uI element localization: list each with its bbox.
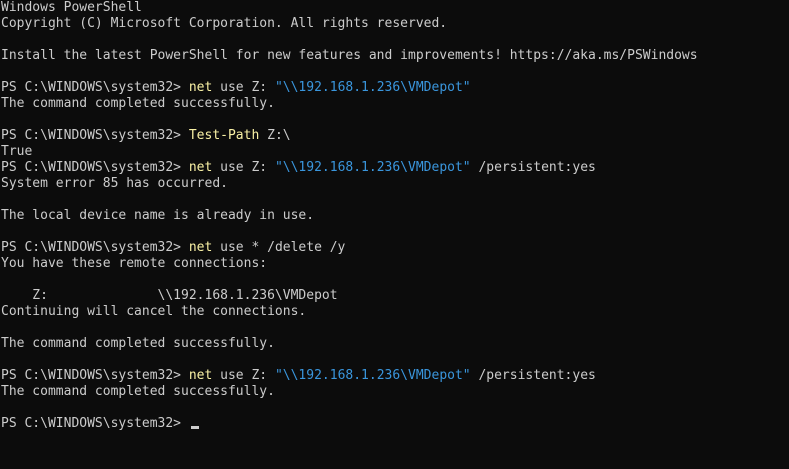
command-path: "\\192.168.1.236\VMDepot" bbox=[274, 80, 471, 95]
output-line: The command completed successfully. bbox=[1, 384, 275, 399]
output-line: The command completed successfully. bbox=[1, 336, 275, 351]
output-line: Z: \\192.168.1.236\VMDepot bbox=[1, 288, 338, 303]
prompt: PS C:\WINDOWS\system32> bbox=[1, 240, 189, 255]
command-line-4: PS C:\WINDOWS\system32> net use * /delet… bbox=[0, 240, 789, 256]
command-args: use Z: bbox=[212, 368, 275, 383]
prompt: PS C:\WINDOWS\system32> bbox=[1, 160, 189, 175]
header-copyright: Copyright (C) Microsoft Corporation. All… bbox=[1, 16, 448, 31]
output-line: System error 85 has occurred. bbox=[1, 176, 228, 191]
command-name: net bbox=[188, 160, 213, 175]
command-line-5: PS C:\WINDOWS\system32> net use Z: "\\19… bbox=[0, 368, 789, 384]
output-line: The command completed successfully. bbox=[1, 96, 275, 111]
output-line: You have these remote connections: bbox=[1, 256, 268, 271]
header-title: Windows PowerShell bbox=[1, 0, 142, 15]
command-args: Z:\ bbox=[259, 128, 291, 143]
command-args: use * /delete /y bbox=[212, 240, 346, 255]
command-name: net bbox=[188, 368, 213, 383]
output-line: Continuing will cancel the connections. bbox=[1, 304, 307, 319]
command-name: net bbox=[188, 80, 213, 95]
prompt: PS C:\WINDOWS\system32> bbox=[1, 80, 189, 95]
command-name: net bbox=[188, 240, 213, 255]
output-line: True bbox=[1, 144, 33, 159]
command-path: "\\192.168.1.236\VMDepot" bbox=[274, 368, 471, 383]
prompt: PS C:\WINDOWS\system32> bbox=[1, 416, 189, 431]
prompt: PS C:\WINDOWS\system32> bbox=[1, 128, 189, 143]
prompt: PS C:\WINDOWS\system32> bbox=[1, 368, 189, 383]
command-flag: /persistent:yes bbox=[470, 368, 596, 383]
command-name: Test-Path bbox=[188, 128, 260, 143]
command-flag: /persistent:yes bbox=[470, 160, 596, 175]
output-line: The local device name is already in use. bbox=[1, 208, 315, 223]
command-args: use Z: bbox=[212, 80, 275, 95]
command-line-2: PS C:\WINDOWS\system32> Test-Path Z:\ bbox=[0, 128, 789, 144]
powershell-terminal[interactable]: Windows PowerShell Copyright (C) Microso… bbox=[0, 0, 789, 469]
command-path: "\\192.168.1.236\VMDepot" bbox=[274, 160, 471, 175]
command-line-1: PS C:\WINDOWS\system32> net use Z: "\\19… bbox=[0, 80, 789, 96]
text-cursor[interactable] bbox=[190, 426, 199, 429]
command-args: use Z: bbox=[212, 160, 275, 175]
active-prompt-line[interactable]: PS C:\WINDOWS\system32> bbox=[0, 416, 789, 432]
command-line-3: PS C:\WINDOWS\system32> net use Z: "\\19… bbox=[0, 160, 789, 176]
install-message: Install the latest PowerShell for new fe… bbox=[1, 48, 698, 63]
